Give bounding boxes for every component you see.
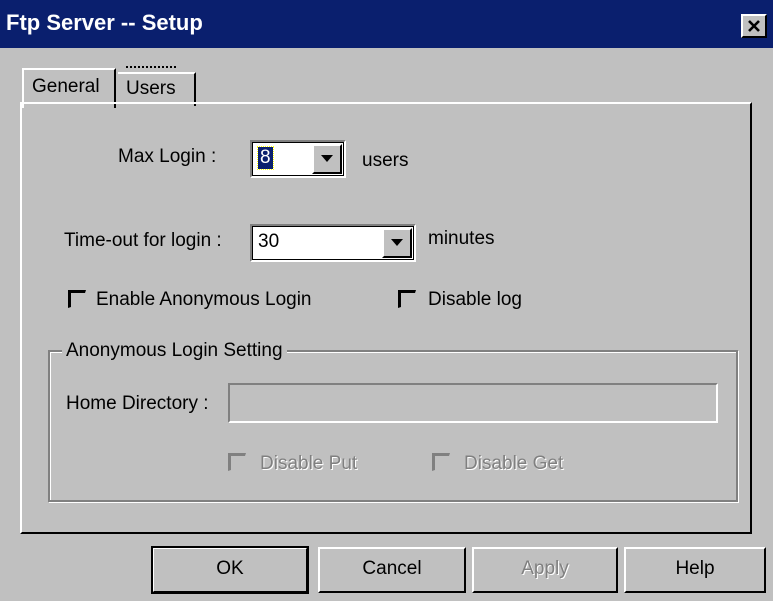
disable-log-checkbox[interactable]: [398, 290, 416, 308]
timeout-dropdown-button[interactable]: [382, 228, 412, 258]
timeout-select[interactable]: 30: [250, 224, 416, 262]
ftp-setup-dialog: Ftp Server -- Setup Users General Max Lo…: [0, 0, 773, 601]
close-icon: [748, 20, 760, 32]
close-button[interactable]: [741, 14, 767, 38]
max-login-unit: users: [362, 150, 409, 171]
timeout-unit: minutes: [428, 228, 495, 249]
chevron-down-icon: [321, 155, 333, 162]
tab-users[interactable]: Users: [118, 72, 196, 106]
ok-button[interactable]: OK: [151, 546, 309, 594]
disable-log-label: Disable log: [428, 289, 522, 310]
anonymous-login-group: [48, 350, 738, 502]
home-directory-input[interactable]: [228, 383, 718, 423]
tab-general-label: General: [32, 76, 100, 97]
disable-put-checkbox[interactable]: [228, 453, 246, 471]
anonymous-group-legend: Anonymous Login Setting: [62, 340, 287, 362]
apply-button[interactable]: Apply: [472, 547, 618, 593]
tab-users-label: Users: [126, 78, 176, 99]
disable-get-label: Disable Get: [464, 453, 564, 474]
max-login-value: 8: [257, 146, 274, 170]
window-title: Ftp Server -- Setup: [6, 10, 203, 35]
help-button[interactable]: Help: [624, 547, 766, 593]
chevron-down-icon: [391, 239, 403, 246]
disable-put-label: Disable Put: [260, 453, 358, 474]
max-login-select[interactable]: 8: [250, 140, 346, 178]
cancel-button[interactable]: Cancel: [318, 547, 466, 593]
enable-anonymous-checkbox[interactable]: [68, 290, 86, 308]
home-directory-label: Home Directory :: [66, 393, 209, 414]
timeout-label: Time-out for login :: [64, 230, 222, 251]
tab-focus-indicator: [126, 66, 176, 72]
max-login-label: Max Login :: [118, 146, 217, 167]
enable-anonymous-label: Enable Anonymous Login: [96, 289, 312, 310]
max-login-dropdown-button[interactable]: [312, 144, 342, 174]
title-bar: Ftp Server -- Setup: [0, 0, 773, 48]
timeout-value: 30: [258, 231, 280, 252]
disable-get-checkbox[interactable]: [432, 453, 450, 471]
